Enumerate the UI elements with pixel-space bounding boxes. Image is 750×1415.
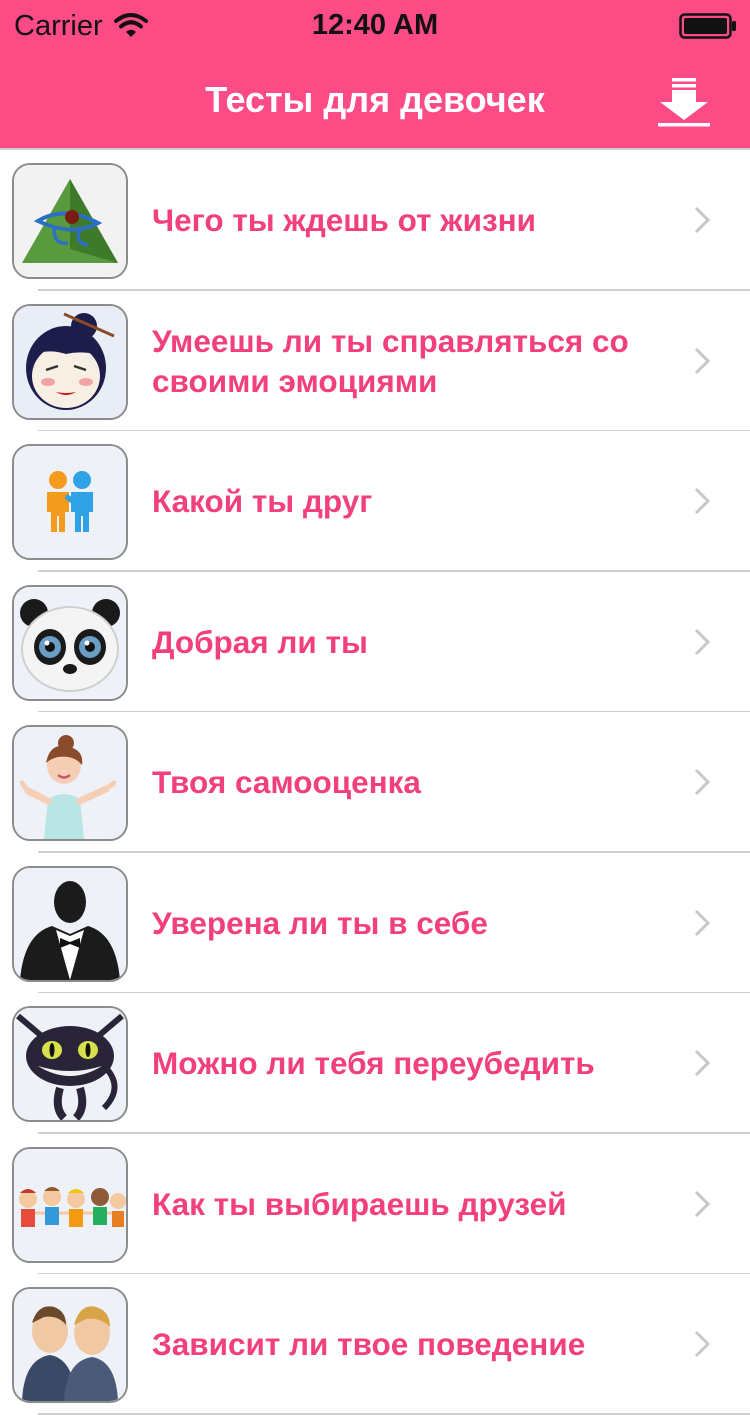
test-title: Можно ли тебя переубедить xyxy=(152,1045,595,1081)
kids-holding-hands-icon xyxy=(12,1146,128,1263)
girl-face-icon xyxy=(12,303,128,420)
chevron-right-icon xyxy=(694,1049,711,1077)
cheshire-cat-icon xyxy=(12,1006,128,1122)
test-title: Добрая ли ты xyxy=(152,623,368,660)
list-item[interactable]: Зависит ли твое поведение xyxy=(0,1274,750,1415)
status-bar: Carrier 12:40 AM xyxy=(0,0,750,52)
list-item[interactable]: Какой ты друг xyxy=(0,431,750,572)
list-item[interactable]: Твоя самооценка xyxy=(0,712,750,853)
list-item[interactable]: Чего ты ждешь от жизни xyxy=(0,150,750,291)
test-title: Твоя самооценка xyxy=(152,764,421,800)
smiling-woman-icon xyxy=(12,725,128,841)
chevron-right-icon xyxy=(694,628,711,655)
test-title: Зависит ли твое поведение xyxy=(152,1326,586,1362)
test-title: Уверена ли ты в себе xyxy=(152,904,488,941)
test-title: Какой ты друг xyxy=(152,483,373,519)
page-title: Тесты для девочек xyxy=(205,79,545,120)
chevron-right-icon xyxy=(694,487,711,515)
test-title: Чего ты ждешь от жизни xyxy=(152,202,537,238)
chevron-right-icon xyxy=(694,909,711,936)
chevron-right-icon xyxy=(694,347,711,374)
two-friends-icon xyxy=(12,444,128,560)
list-item[interactable]: Можно ли тебя переубедить xyxy=(0,993,750,1134)
list-item[interactable]: Добрая ли ты xyxy=(0,572,750,713)
navigation-header: Carrier 12:40 AM Тесты для девочек xyxy=(0,0,750,150)
battery-icon xyxy=(679,13,736,39)
two-men-icon xyxy=(12,1287,128,1403)
panda-icon xyxy=(12,584,128,701)
test-title: Как ты выбираешь друзей xyxy=(152,1185,567,1222)
tests-list: Чего ты ждешь от жизни Умеешь ли ты спра… xyxy=(0,150,750,1415)
tuxedo-silhouette-icon xyxy=(12,865,128,982)
eye-pyramid-icon xyxy=(12,163,128,279)
status-time: 12:40 AM xyxy=(311,9,439,41)
chevron-right-icon xyxy=(694,768,711,796)
list-item[interactable]: Как ты выбираешь друзей xyxy=(0,1134,750,1275)
download-icon xyxy=(658,78,710,127)
test-title: Умеешь ли ты справляться со своими эмоци… xyxy=(152,322,629,399)
chevron-right-icon xyxy=(694,1190,711,1217)
list-item[interactable]: Уверена ли ты в себе xyxy=(0,853,750,994)
download-button[interactable] xyxy=(652,76,716,128)
chevron-right-icon xyxy=(694,206,711,234)
list-item[interactable]: Умеешь ли ты справляться со своими эмоци… xyxy=(0,291,750,432)
